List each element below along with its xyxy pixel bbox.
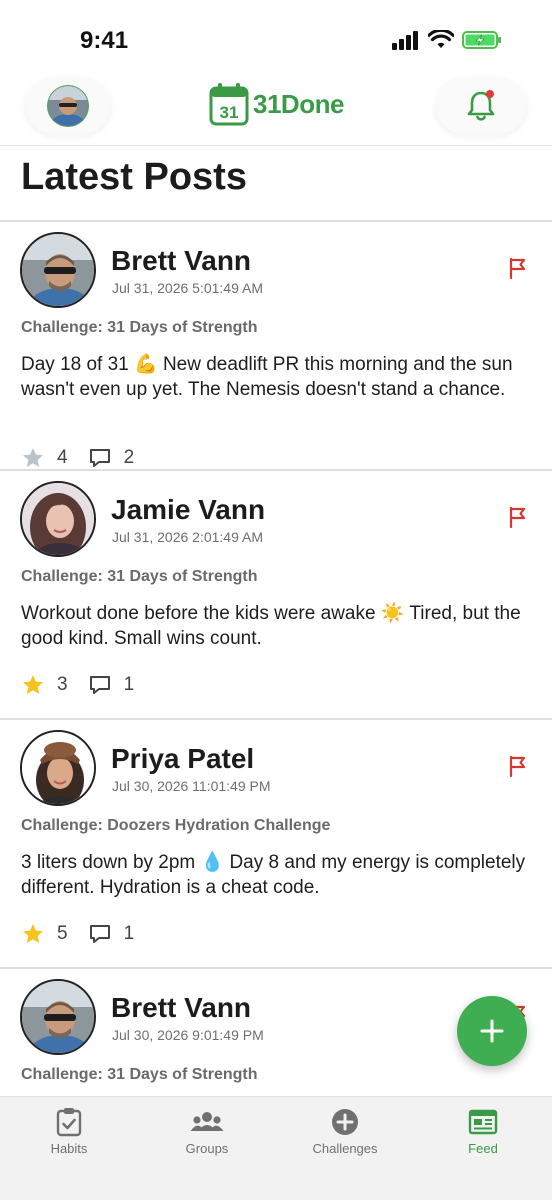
status-icons <box>392 30 502 50</box>
logo-day: 31 <box>220 103 239 122</box>
star-icon[interactable] <box>21 922 45 946</box>
star-icon[interactable] <box>21 673 45 697</box>
status-bar: 9:41 <box>0 0 552 78</box>
tab-bar: Habits Groups Challenges Feed <box>0 1096 552 1200</box>
post-card[interactable]: Brett Vann Jul 31, 2026 5:01:49 AM Chall… <box>0 222 552 471</box>
page-title: Latest Posts <box>21 156 247 198</box>
profile-avatar-button[interactable] <box>26 78 110 134</box>
comment-icon[interactable] <box>88 922 112 946</box>
tab-label: Habits <box>50 1141 88 1156</box>
avatar-photo <box>22 234 94 306</box>
calendar-logo-icon: 31 <box>209 83 249 126</box>
tab-label: Challenges <box>312 1141 378 1156</box>
star-icon[interactable] <box>21 446 45 470</box>
author-avatar[interactable] <box>20 232 96 308</box>
comment-count: 1 <box>123 674 135 695</box>
app-name: 31Done <box>253 88 344 119</box>
post-timestamp: Jul 30, 2026 11:01:49 PM <box>112 778 271 794</box>
star-count: 5 <box>57 923 68 944</box>
tab-habits[interactable]: Habits <box>0 1107 138 1156</box>
post-card[interactable]: Jamie Vann Jul 31, 2026 2:01:49 AM Chall… <box>0 471 552 720</box>
post-challenge[interactable]: Challenge: Doozers Hydration Challenge <box>21 817 330 835</box>
wifi-icon <box>428 30 454 48</box>
post-timestamp: Jul 31, 2026 2:01:49 AM <box>112 529 263 545</box>
comment-count: 1 <box>123 923 135 944</box>
author-name[interactable]: Brett Vann <box>111 245 251 277</box>
author-avatar[interactable] <box>20 481 96 557</box>
plus-icon <box>480 1019 504 1043</box>
comment-icon[interactable] <box>88 446 112 470</box>
post-challenge[interactable]: Challenge: 31 Days of Strength <box>21 319 258 337</box>
author-name[interactable]: Jamie Vann <box>111 494 265 526</box>
report-flag-icon[interactable] <box>506 505 530 529</box>
app-logo: 31 31Done <box>209 82 344 126</box>
post-actions: 3 1 <box>21 673 154 697</box>
post-body: Day 18 of 31 💪 New deadlift PR this morn… <box>21 354 513 400</box>
author-name[interactable]: Priya Patel <box>111 743 254 775</box>
status-time: 9:41 <box>80 27 129 54</box>
signal-icon <box>392 31 418 50</box>
post-card[interactable]: Priya Patel Jul 30, 2026 11:01:49 PM Cha… <box>0 720 552 969</box>
author-avatar[interactable] <box>20 979 96 1055</box>
battery-charging-icon <box>462 31 501 49</box>
avatar-photo <box>22 483 94 555</box>
app-header: 31 31Done <box>0 74 552 146</box>
plus-circle-icon <box>332 1109 358 1135</box>
star-count: 3 <box>57 674 68 695</box>
author-avatar[interactable] <box>20 730 96 806</box>
author-name[interactable]: Brett Vann <box>111 992 251 1024</box>
post-timestamp: Jul 31, 2026 5:01:49 AM <box>112 280 263 296</box>
post-actions: 5 1 <box>21 922 154 946</box>
new-post-button[interactable] <box>457 996 527 1066</box>
post-body: 3 liters down by 2pm 💧 Day 8 and my ener… <box>21 852 526 898</box>
post-actions: 4 2 <box>21 446 154 470</box>
post-challenge[interactable]: Challenge: 31 Days of Strength <box>21 568 258 586</box>
users-icon <box>190 1112 224 1131</box>
tab-feed[interactable]: Feed <box>414 1107 552 1156</box>
comment-count: 2 <box>123 447 135 468</box>
post-challenge[interactable]: Challenge: 31 Days of Strength <box>21 1066 258 1084</box>
notification-dot <box>486 90 494 98</box>
user-avatar <box>47 85 89 127</box>
bell-icon <box>467 90 495 121</box>
avatar-photo <box>22 981 94 1053</box>
tab-label: Feed <box>468 1141 498 1156</box>
post-timestamp: Jul 30, 2026 9:01:49 PM <box>112 1027 264 1043</box>
tab-challenges[interactable]: Challenges <box>276 1107 414 1156</box>
clipboard-check-icon <box>56 1108 82 1137</box>
report-flag-icon[interactable] <box>506 754 530 778</box>
avatar-photo <box>22 732 94 804</box>
tab-label: Groups <box>185 1141 229 1156</box>
newspaper-icon <box>468 1109 498 1135</box>
feed-list[interactable]: Brett Vann Jul 31, 2026 5:01:49 AM Chall… <box>0 222 552 1096</box>
post-body: Workout done before the kids were awake … <box>21 603 521 649</box>
notifications-button[interactable] <box>436 78 526 134</box>
comment-icon[interactable] <box>88 673 112 697</box>
star-count: 4 <box>57 447 68 468</box>
tab-groups[interactable]: Groups <box>138 1107 276 1156</box>
report-flag-icon[interactable] <box>506 256 530 280</box>
